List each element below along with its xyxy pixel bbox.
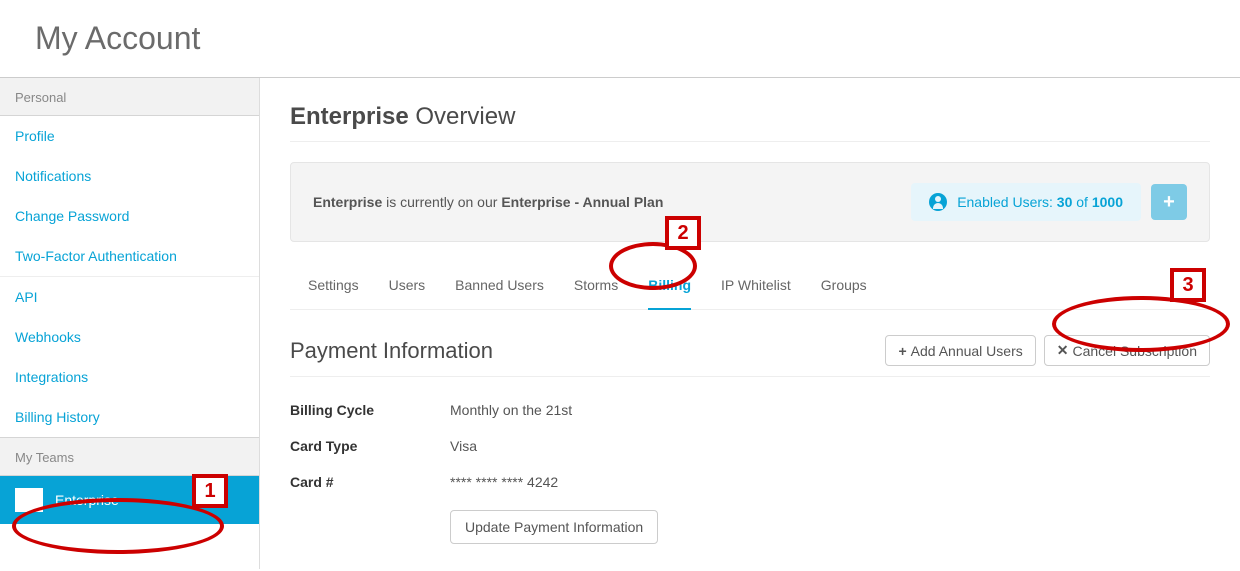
sidebar-item-integrations[interactable]: Integrations: [0, 357, 259, 397]
info-value: **** **** **** 4242: [450, 474, 558, 490]
update-payment-button[interactable]: Update Payment Information: [450, 510, 658, 544]
add-users-button[interactable]: +: [1151, 184, 1187, 220]
tab-users[interactable]: Users: [389, 277, 426, 309]
payment-info-title: Payment Information: [290, 338, 493, 364]
user-icon: [929, 193, 947, 211]
sidebar-item-profile[interactable]: Profile: [0, 116, 259, 156]
page-title: My Account: [35, 20, 1240, 57]
info-value: Monthly on the 21st: [450, 402, 572, 418]
plus-icon: +: [1163, 191, 1175, 214]
add-annual-users-button[interactable]: + Add Annual Users: [885, 335, 1035, 366]
payment-info-grid: Billing Cycle Monthly on the 21st Card T…: [290, 392, 1210, 544]
overview-title-bold: Enterprise: [290, 103, 409, 130]
enabled-users-box[interactable]: Enabled Users: 30 of 1000: [911, 183, 1141, 221]
sidebar-item-two-factor[interactable]: Two-Factor Authentication: [0, 236, 259, 276]
tab-settings[interactable]: Settings: [308, 277, 359, 309]
team-badge-icon: [15, 488, 43, 512]
sidebar-item-notifications[interactable]: Notifications: [0, 156, 259, 196]
info-label: Card #: [290, 474, 450, 490]
plan-mid: is currently on our: [382, 194, 501, 210]
sidebar-section-personal: Personal: [0, 78, 259, 116]
cancel-subscription-button[interactable]: ✕ Cancel Subscription: [1044, 335, 1210, 366]
tab-storms[interactable]: Storms: [574, 277, 618, 309]
main-content: Enterprise Overview Enterprise is curren…: [260, 78, 1240, 569]
plan-text: Enterprise is currently on our Enterpris…: [313, 194, 663, 210]
sidebar-team-label: Enterprise: [55, 492, 119, 508]
info-row-card-number: Card # **** **** **** 4242: [290, 464, 1210, 500]
plan-name: Enterprise - Annual Plan: [501, 194, 663, 210]
tab-banned-users[interactable]: Banned Users: [455, 277, 544, 309]
plan-org: Enterprise: [313, 194, 382, 210]
sidebar-team-enterprise[interactable]: Enterprise: [0, 476, 259, 524]
sidebar: Personal Profile Notifications Change Pa…: [0, 78, 260, 569]
info-label: Card Type: [290, 438, 450, 454]
info-row-card-type: Card Type Visa: [290, 428, 1210, 464]
page-header: My Account: [0, 0, 1240, 78]
tab-ip-whitelist[interactable]: IP Whitelist: [721, 277, 791, 309]
info-label: Billing Cycle: [290, 402, 450, 418]
sidebar-item-change-password[interactable]: Change Password: [0, 196, 259, 236]
close-icon: ✕: [1057, 342, 1069, 359]
info-value: Visa: [450, 438, 477, 454]
tab-billing[interactable]: Billing: [648, 277, 691, 310]
overview-title-rest: Overview: [409, 103, 516, 130]
tab-groups[interactable]: Groups: [821, 277, 867, 309]
sidebar-item-billing-history[interactable]: Billing History: [0, 397, 259, 437]
plus-icon: +: [898, 343, 906, 359]
sidebar-item-api[interactable]: API: [0, 276, 259, 317]
plan-bar: Enterprise is currently on our Enterpris…: [290, 162, 1210, 242]
info-row-billing-cycle: Billing Cycle Monthly on the 21st: [290, 392, 1210, 428]
enabled-users-text: Enabled Users: 30 of 1000: [957, 194, 1123, 210]
sidebar-item-webhooks[interactable]: Webhooks: [0, 317, 259, 357]
tabs: Settings Users Banned Users Storms Billi…: [290, 262, 1210, 310]
overview-title: Enterprise Overview: [290, 103, 1210, 142]
sidebar-section-teams: My Teams: [0, 437, 259, 476]
